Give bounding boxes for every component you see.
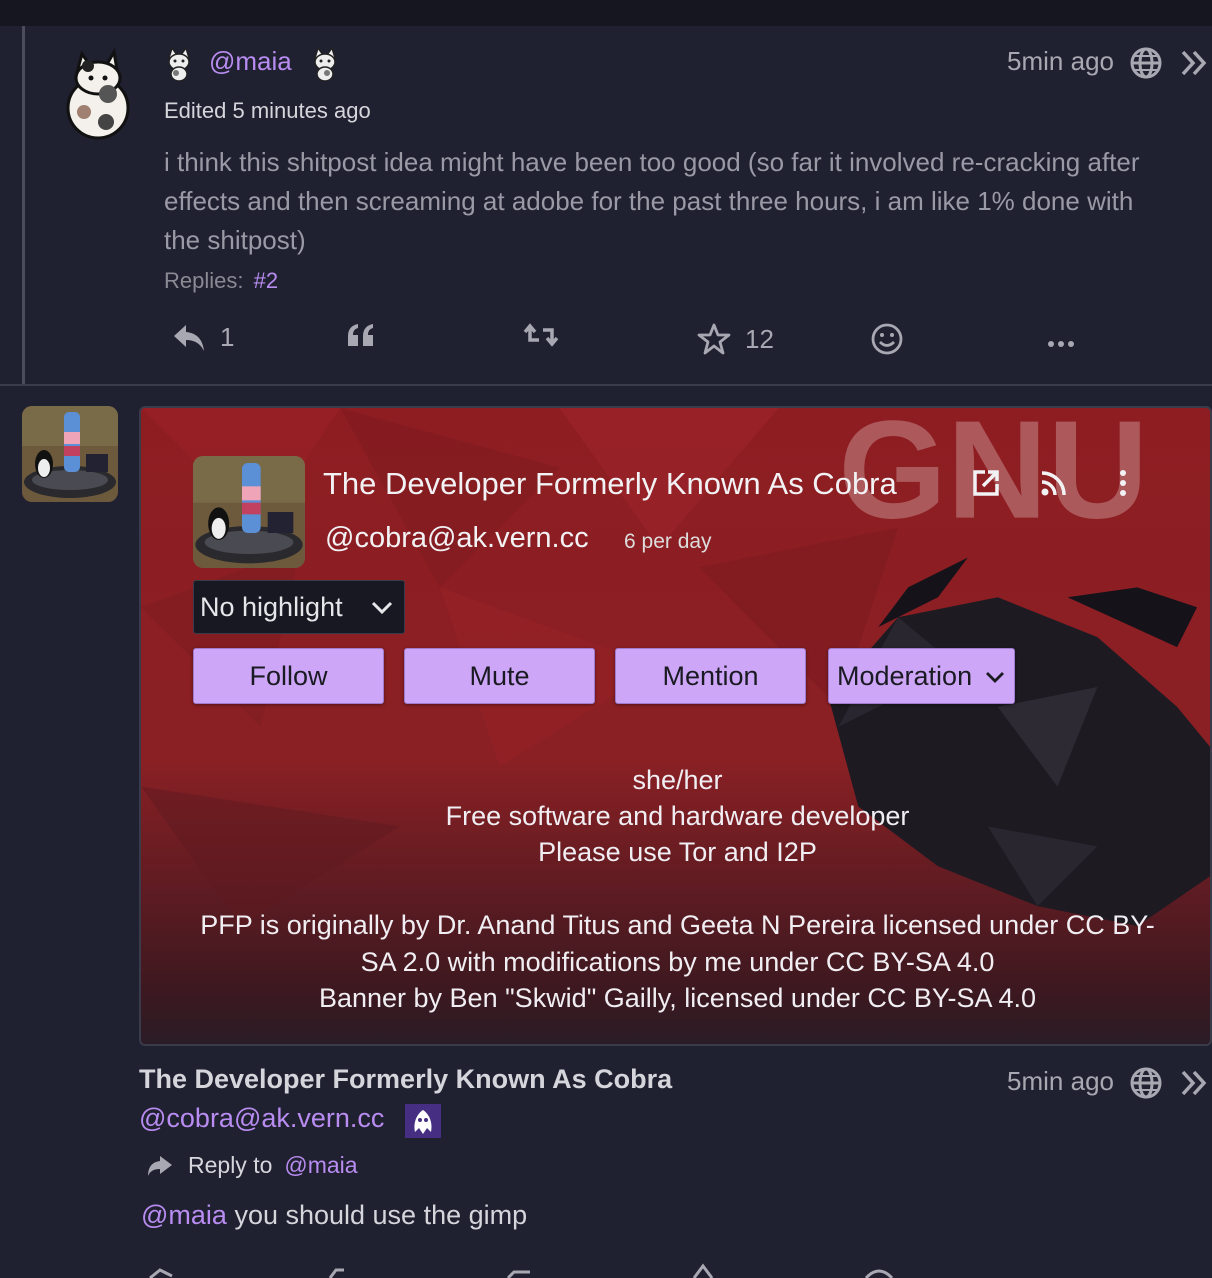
favorite-count: 12 (745, 323, 774, 354)
external-link-icon[interactable] (971, 468, 1001, 498)
globe-icon[interactable] (1129, 46, 1163, 80)
top-bar (0, 0, 1212, 26)
moderation-label: Moderation (837, 660, 973, 691)
post2-text: you should use the gimp (226, 1200, 528, 1230)
cat-emoji-icon (167, 46, 191, 82)
quote-icon (348, 324, 373, 346)
profile-avatar[interactable] (193, 456, 305, 568)
reply-to-handle[interactable]: @maia (284, 1152, 357, 1179)
highlight-value: No highlight (200, 591, 343, 622)
reply-to-label: Reply to (188, 1152, 273, 1178)
profile-card: GNU The Developer Formerly Known As Cobr… (139, 406, 1212, 1046)
post2-actions-partial (149, 1263, 894, 1278)
react-button[interactable] (870, 322, 904, 356)
chevrons-right-icon[interactable] (1180, 1068, 1210, 1098)
reply-icon (174, 324, 204, 351)
favorite-button[interactable]: 12 (697, 322, 774, 356)
reply-link[interactable]: #2 (254, 268, 278, 293)
repeat-button[interactable] (523, 322, 559, 348)
more-button[interactable] (1046, 330, 1076, 358)
bio-line: Banner by Ben "Skwid" Gailly, licensed u… (318, 983, 1037, 1013)
moderation-button[interactable]: Moderation (828, 648, 1015, 704)
post1-time[interactable]: 5min ago (1007, 46, 1114, 77)
reply-count: 1 (220, 322, 235, 352)
post1-handle[interactable]: @maia (209, 46, 292, 77)
replies-line: Replies: #2 (164, 268, 278, 294)
chevron-down-icon (986, 672, 1004, 683)
profile-handle[interactable]: @cobra@ak.vern.cc (325, 522, 589, 555)
post-separator (0, 384, 1212, 386)
highlight-select[interactable]: No highlight (193, 580, 405, 634)
post-rate: 6 per day (624, 530, 712, 553)
chevron-down-icon (371, 601, 393, 615)
mention-button[interactable]: Mention (615, 648, 806, 704)
cat-emoji-icon (313, 46, 337, 82)
follow-button[interactable]: Follow (193, 648, 384, 704)
mute-button[interactable]: Mute (404, 648, 595, 704)
more-icon (1048, 341, 1074, 347)
profile-display-name[interactable]: The Developer Formerly Known As Cobra (323, 466, 897, 502)
cobra-avatar[interactable] (22, 406, 118, 502)
rss-icon[interactable] (1039, 468, 1069, 498)
mention-link[interactable]: @maia (141, 1200, 227, 1230)
reply-to-icon (148, 1155, 172, 1176)
star-icon (697, 323, 731, 355)
retweet-icon (523, 323, 559, 347)
bio-pronouns: she/her (632, 765, 723, 795)
reply-button[interactable]: 1 (172, 322, 234, 353)
edited-label: Edited 5 minutes ago (164, 98, 371, 123)
akkoma-instance-icon (405, 1104, 441, 1138)
post1-actions: 1 12 (0, 322, 1212, 366)
bio-line: Free software and hardware developer (445, 801, 910, 831)
kebab-icon[interactable] (1113, 468, 1133, 498)
bio-line: PFP is originally by Dr. Anand Titus and… (200, 910, 1155, 940)
post2-time[interactable]: 5min ago (1007, 1066, 1114, 1097)
post2-display-name[interactable]: The Developer Formerly Known As Cobra (139, 1064, 672, 1095)
reply-to-line: Reply to @maia (146, 1152, 358, 1179)
globe-icon[interactable] (1129, 1066, 1163, 1100)
bio-line: Please use Tor and I2P (538, 837, 817, 867)
quote-button[interactable] (346, 322, 376, 348)
post2-handle[interactable]: @cobra@ak.vern.cc (139, 1103, 384, 1134)
maia-avatar[interactable] (58, 46, 134, 142)
post1-content: i think this shitpost idea might have be… (164, 147, 1140, 255)
chevrons-right-icon[interactable] (1180, 48, 1210, 78)
emoji-icon (871, 323, 903, 355)
post2-content: @maia you should use the gimp (141, 1200, 527, 1231)
bio-line: SA 2.0 with modifications by me under CC… (360, 947, 995, 977)
replies-label: Replies: (164, 268, 244, 293)
